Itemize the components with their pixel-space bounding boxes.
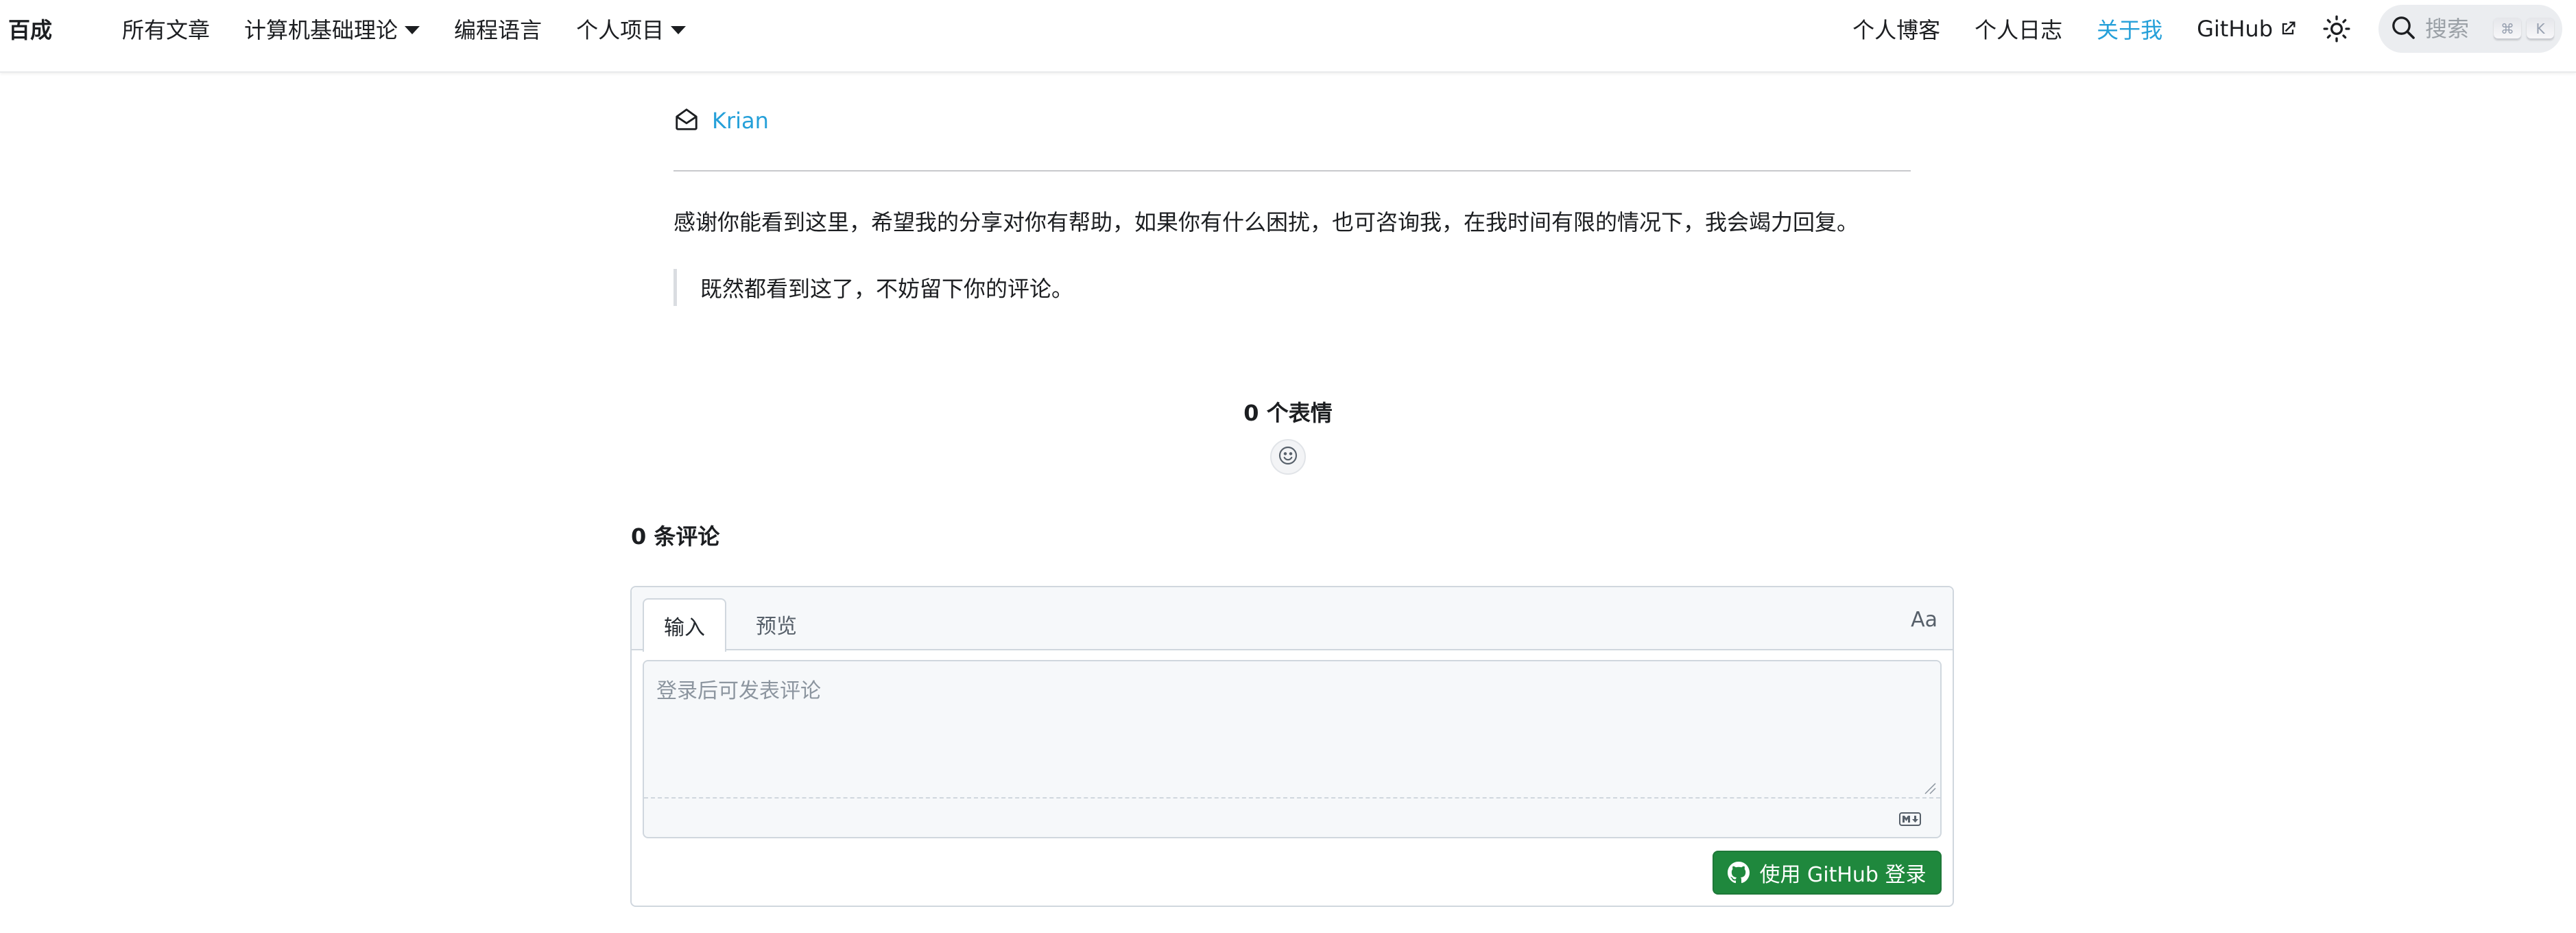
- search-icon: [2389, 14, 2417, 44]
- search-button[interactable]: ⌘ K: [2378, 5, 2562, 53]
- github-login-button[interactable]: 使用 GitHub 登录: [1713, 851, 1942, 895]
- navbar-left: 百成 所有文章 计算机基础理论 编程语言 个人项目: [8, 0, 687, 58]
- markdown-icon[interactable]: [1899, 812, 1921, 829]
- resize-handle-icon[interactable]: [1924, 782, 1936, 794]
- nav-item-personal-log[interactable]: 个人日志: [1975, 13, 2062, 45]
- caret-down-icon: [671, 26, 687, 34]
- comments-count: 0 条评论: [631, 523, 720, 550]
- nav-item-github[interactable]: GitHub: [2197, 16, 2298, 42]
- textarea-footer: [644, 797, 1940, 837]
- shortcut-key-cmd: ⌘: [2494, 18, 2521, 40]
- theme-toggle-sun-icon[interactable]: [2322, 14, 2351, 43]
- comment-box: 输入 预览 Aa 使用 GitHub 登录: [630, 586, 1954, 907]
- nav-item-label: 个人项目: [576, 17, 665, 43]
- nav-item-personal-blog[interactable]: 个人博客: [1852, 13, 1940, 45]
- nav-item-cs-theory[interactable]: 计算机基础理论: [244, 13, 420, 45]
- comment-textarea-wrapper: [643, 660, 1942, 838]
- smiley-icon: [1277, 445, 1299, 469]
- caret-down-icon: [405, 26, 420, 34]
- nav-item-label: GitHub: [2197, 16, 2273, 42]
- navbar: 百成 所有文章 计算机基础理论 编程语言 个人项目 个人博客 个人日志 关于我 …: [0, 0, 2576, 73]
- tab-input[interactable]: 输入: [643, 598, 726, 652]
- reactions-count: 0 个表情: [1243, 400, 1333, 426]
- site-brand[interactable]: 百成: [8, 13, 52, 45]
- comment-textarea[interactable]: [644, 661, 1940, 797]
- nav-item-programming-languages[interactable]: 编程语言: [454, 13, 542, 45]
- nav-item-label: 所有文章: [122, 17, 211, 43]
- nav-item-label: 编程语言: [454, 17, 542, 43]
- github-login-label: 使用 GitHub 登录: [1759, 863, 1927, 887]
- mail-open-icon: [673, 106, 700, 135]
- thanks-paragraph: 感谢你能看到这里，希望我的分享对你有帮助，如果你有什么困扰，也可咨询我，在我时间…: [673, 209, 1859, 235]
- email-row: Krian: [673, 103, 1911, 139]
- divider: [673, 170, 1911, 172]
- comment-box-header: 输入 预览 Aa: [632, 587, 1953, 652]
- blockquote: 既然都看到这了，不妨留下你的评论。: [673, 269, 1073, 306]
- reactions-section: 0 个表情: [1151, 395, 1425, 475]
- external-link-icon: [2278, 19, 2298, 38]
- nav-item-all-articles[interactable]: 所有文章: [122, 13, 210, 45]
- email-link[interactable]: Krian: [712, 108, 769, 134]
- font-toggle-button[interactable]: Aa: [1911, 608, 1937, 632]
- tab-preview[interactable]: 预览: [735, 598, 818, 650]
- github-icon: [1728, 862, 1750, 884]
- nav-item-label: 计算机基础理论: [244, 17, 398, 43]
- search-input[interactable]: [2424, 15, 2488, 43]
- nav-item-personal-projects[interactable]: 个人项目: [576, 13, 687, 45]
- shortcut-key-k: K: [2527, 18, 2554, 40]
- add-reaction-button[interactable]: [1270, 439, 1306, 475]
- nav-item-about-me[interactable]: 关于我: [2097, 13, 2162, 45]
- article-footer: Krian 感谢你能看到这里，希望我的分享对你有帮助，如果你有什么困扰，也可咨询…: [673, 103, 1911, 306]
- navbar-right: 个人博客 个人日志 关于我 GitHub 搜索 ⌘ K: [1818, 0, 2562, 58]
